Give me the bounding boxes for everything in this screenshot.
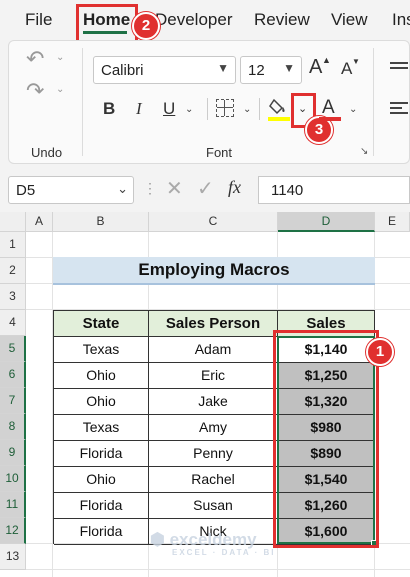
increase-font-size-button[interactable]: A: [309, 56, 322, 79]
row-header-12[interactable]: 12: [0, 518, 26, 544]
divider: [207, 98, 208, 120]
cancel-icon[interactable]: ✕: [166, 176, 183, 201]
sheet-title[interactable]: Employing Macros: [53, 257, 375, 285]
column-header-e[interactable]: E: [375, 212, 410, 232]
watermark-name: exceldemy: [169, 530, 257, 549]
enter-icon[interactable]: ✓: [197, 176, 214, 201]
cell-state[interactable]: Florida: [54, 441, 149, 467]
menu-file[interactable]: File: [25, 10, 52, 30]
chevron-down-icon: ▼: [217, 61, 229, 75]
cell-state[interactable]: Ohio: [54, 467, 149, 493]
group-separator: [373, 48, 374, 156]
row-header-1[interactable]: 1: [0, 232, 26, 258]
cell-sales-person[interactable]: Jake: [149, 389, 278, 415]
caret-down-icon: ▼: [352, 57, 360, 66]
menu-view[interactable]: View: [331, 10, 368, 30]
fill-color-swatch: [268, 117, 290, 121]
undo-group-label: Undo: [31, 145, 63, 160]
font-group-label: Font: [206, 145, 233, 160]
italic-button[interactable]: I: [136, 99, 142, 119]
bold-button[interactable]: B: [103, 99, 115, 119]
redo-dropdown-icon[interactable]: ⌄: [56, 84, 64, 95]
formula-value: 1140: [271, 182, 304, 199]
row-header-11[interactable]: 11: [0, 492, 26, 518]
group-separator: [82, 48, 83, 156]
step-2-badge: 2: [132, 12, 160, 40]
cell-state[interactable]: Florida: [54, 493, 149, 519]
redo-icon[interactable]: ↷: [26, 78, 44, 104]
watermark-logo-icon: ⬢: [150, 530, 165, 549]
row-header-6[interactable]: 6: [0, 362, 26, 388]
column-header-b[interactable]: B: [53, 212, 149, 232]
cell-sales-person[interactable]: Amy: [149, 415, 278, 441]
row-header-7[interactable]: 7: [0, 388, 26, 414]
row-header-13[interactable]: 13: [0, 544, 26, 570]
underline-button[interactable]: U: [163, 99, 175, 119]
fill-color-icon[interactable]: [268, 96, 290, 118]
font-size-value: 12: [248, 62, 265, 79]
cell-state[interactable]: Ohio: [54, 363, 149, 389]
row-header-10[interactable]: 10: [0, 466, 26, 492]
font-name-select[interactable]: Calibri ▼: [93, 56, 236, 84]
header-state[interactable]: State: [54, 311, 149, 337]
decrease-font-size-button[interactable]: A: [341, 59, 352, 79]
align-top-icon[interactable]: [390, 62, 408, 69]
font-color-button[interactable]: A: [322, 97, 335, 119]
column-header-a[interactable]: A: [26, 212, 53, 232]
column-header-c[interactable]: C: [149, 212, 278, 232]
cell-state[interactable]: Texas: [54, 415, 149, 441]
cell-state[interactable]: Ohio: [54, 389, 149, 415]
home-highlight-box: [76, 4, 138, 44]
step-1-badge: 1: [366, 338, 394, 366]
row-header-5[interactable]: 5: [0, 336, 26, 362]
dialog-launcher-icon[interactable]: ↘: [360, 146, 368, 157]
undo-icon[interactable]: ↶: [26, 46, 44, 72]
chevron-down-icon: ⌄: [117, 181, 128, 196]
formula-input[interactable]: 1140: [258, 176, 410, 204]
row-header-4[interactable]: 4: [0, 310, 26, 336]
borders-dropdown-icon[interactable]: ⌄: [243, 104, 251, 115]
cell-state[interactable]: Florida: [54, 519, 149, 545]
cell-sales-person[interactable]: Adam: [149, 337, 278, 363]
row-header-3[interactable]: 3: [0, 284, 26, 310]
select-all-corner[interactable]: [0, 212, 26, 232]
chevron-down-icon: ▼: [283, 61, 295, 75]
name-box-value: D5: [16, 182, 36, 199]
font-size-select[interactable]: 12 ▼: [240, 56, 302, 84]
cell-sales-person[interactable]: Eric: [149, 363, 278, 389]
borders-icon[interactable]: [216, 99, 234, 117]
undo-dropdown-icon[interactable]: ⌄: [56, 52, 64, 63]
font-name-value: Calibri: [101, 62, 144, 79]
watermark: ⬢ exceldemy EXCEL · DATA · BI: [150, 530, 275, 557]
font-color-dropdown-icon[interactable]: ⌄: [349, 104, 357, 115]
watermark-tagline: EXCEL · DATA · BI: [172, 548, 276, 557]
row-header-9[interactable]: 9: [0, 440, 26, 466]
row-header-8[interactable]: 8: [0, 414, 26, 440]
name-box[interactable]: D5 ⌄: [8, 176, 134, 204]
more-icon: ⋮: [143, 180, 157, 196]
fill-color-dropdown-icon[interactable]: ⌄: [298, 102, 307, 115]
sales-range-highlight: [273, 330, 379, 548]
menu-bar: File Home Developer Review View Ins: [0, 0, 410, 40]
menu-developer[interactable]: Developer: [155, 10, 233, 30]
cell-sales-person[interactable]: Rachel: [149, 467, 278, 493]
row-header-2[interactable]: 2: [0, 258, 26, 284]
font-color-swatch: [319, 117, 341, 121]
divider: [259, 98, 260, 120]
caret-up-icon: ▲: [322, 55, 331, 65]
align-left-icon[interactable]: [390, 102, 408, 114]
cell-sales-person[interactable]: Penny: [149, 441, 278, 467]
menu-review[interactable]: Review: [254, 10, 310, 30]
cell-sales-person[interactable]: Susan: [149, 493, 278, 519]
menu-insert[interactable]: Ins: [392, 10, 410, 30]
column-header-d[interactable]: D: [278, 212, 375, 232]
header-sales-person[interactable]: Sales Person: [149, 311, 278, 337]
insert-function-button[interactable]: fx: [228, 177, 241, 198]
cell-state[interactable]: Texas: [54, 337, 149, 363]
underline-dropdown-icon[interactable]: ⌄: [185, 104, 193, 115]
gridline: [26, 569, 410, 570]
